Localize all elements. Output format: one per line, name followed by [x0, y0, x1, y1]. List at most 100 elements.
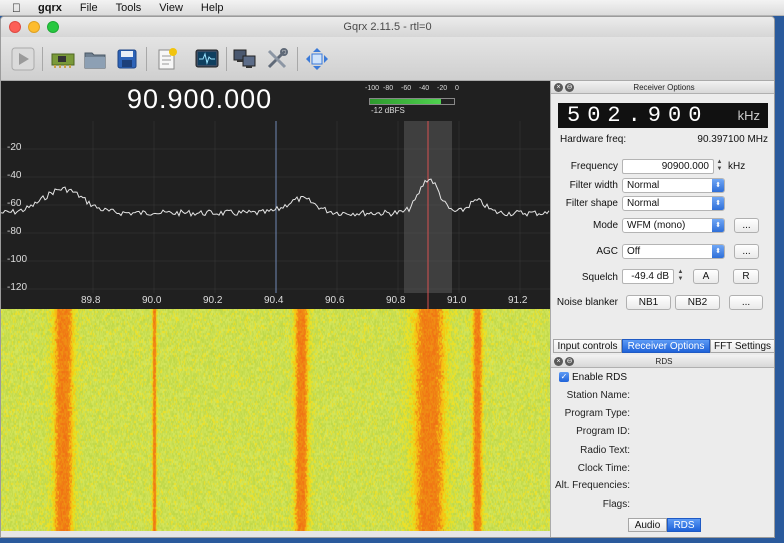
network-computers-icon: [233, 49, 256, 68]
save-settings-button[interactable]: [113, 45, 141, 73]
oscilloscope-icon: [195, 49, 219, 68]
squelch-auto-button[interactable]: A: [693, 269, 719, 284]
toolbar: [1, 37, 774, 81]
folder-icon: [84, 52, 106, 69]
noise-blanker-options-button[interactable]: ...: [729, 295, 763, 310]
rds-program-type-label: Program Type:: [564, 408, 630, 419]
rds-title: RDS: [655, 357, 673, 366]
frequency-label: Frequency: [570, 161, 618, 172]
nb2-button[interactable]: NB2: [675, 295, 720, 310]
chevron-down-icon: ⬍: [712, 219, 724, 232]
dock-close-icon[interactable]: ×: [554, 357, 563, 366]
menu-tools[interactable]: Tools: [107, 2, 151, 14]
filter-width-label: Filter width: [569, 180, 618, 191]
menu-app-name[interactable]: gqrx: [29, 2, 71, 14]
receiver-options-header: × ⊖ Receiver Options: [551, 81, 774, 94]
play-icon: [11, 47, 35, 71]
waterfall-display[interactable]: [1, 309, 550, 531]
rds-radio-text-label: Radio Text:: [580, 445, 630, 456]
dock-title: Receiver Options: [633, 83, 695, 92]
menu-help[interactable]: Help: [192, 2, 233, 14]
chevron-down-icon: ⬍: [712, 245, 724, 258]
frequency-stepper[interactable]: ▲ ▼: [715, 159, 724, 174]
toggle-fft-button[interactable]: [193, 45, 221, 73]
enable-rds-checkbox[interactable]: ✓: [559, 372, 569, 382]
apple-menu-icon[interactable]: : [0, 1, 29, 15]
remote-control-button[interactable]: [231, 45, 259, 73]
meter-bar: [369, 98, 455, 105]
main-window: Gqrx 2.11.5 - rtl=0 90.900.000 -100 -80 …: [0, 16, 775, 538]
squelch-reset-button[interactable]: R: [733, 269, 759, 284]
meter-tick-label: -80: [383, 85, 394, 92]
filter-shape-label: Filter shape: [565, 198, 618, 209]
rds-program-id-label: Program ID:: [576, 426, 630, 437]
squelch-input[interactable]: -49.4 dB: [622, 269, 674, 284]
y-tick-label: -80: [7, 226, 22, 237]
dock-close-icon[interactable]: ×: [554, 83, 563, 92]
agc-options-button[interactable]: ...: [734, 244, 759, 259]
meter-tick-label: -100: [365, 85, 380, 92]
filter-shape-select[interactable]: Normal ⬍: [622, 196, 725, 211]
device-config-button[interactable]: [49, 45, 77, 73]
filter-width-select[interactable]: Normal ⬍: [622, 178, 725, 193]
tab-receiver-options[interactable]: Receiver Options: [622, 339, 710, 353]
frequency-lcd[interactable]: 502.900 kHz: [558, 103, 768, 128]
tab-input-controls[interactable]: Input controls: [553, 339, 622, 353]
meter-tick-label: 0: [455, 85, 459, 92]
open-file-button[interactable]: [81, 45, 109, 73]
rds-station-name-label: Station Name:: [566, 390, 630, 401]
tab-fft-settings[interactable]: FFT Settings: [710, 339, 774, 353]
y-tick-label: -40: [7, 170, 22, 181]
filter-width-value: Normal: [627, 180, 660, 191]
hardware-freq-value: 90.397100 MHz: [697, 134, 768, 145]
rds-clock-time-label: Clock Time:: [577, 463, 630, 474]
hardware-board-icon: [51, 53, 75, 68]
squelch-stepper[interactable]: ▲ ▼: [676, 269, 685, 284]
start-dsp-button[interactable]: [9, 45, 37, 73]
frequency-input[interactable]: 90900.000: [622, 159, 714, 174]
agc-select[interactable]: Off ⬍: [622, 244, 725, 259]
chevron-down-icon: ⬍: [712, 197, 724, 210]
enable-rds-label: Enable RDS: [572, 372, 628, 383]
meter-tick-label: -20: [437, 85, 448, 92]
noise-blanker-label: Noise blanker: [556, 297, 618, 308]
title-bar: Gqrx 2.11.5 - rtl=0: [1, 17, 774, 37]
x-tick-label: 90.2: [203, 295, 223, 306]
signal-meter: -100 -80 -60 -40 -20 0 -12 dBFS: [365, 85, 465, 117]
tab-rds[interactable]: RDS: [667, 518, 701, 532]
menu-bar:  gqrx File Tools View Help: [0, 0, 784, 16]
dock-float-icon[interactable]: ⊖: [565, 357, 574, 366]
agc-value: Off: [627, 246, 641, 257]
hardware-freq-label: Hardware freq:: [560, 134, 627, 145]
center-frequency-display: 90.900.000: [127, 84, 273, 114]
meter-tick-label: -40: [419, 85, 430, 92]
mode-options-button[interactable]: ...: [734, 218, 759, 233]
chevron-down-icon: ⬍: [712, 179, 724, 192]
y-tick-label: -120: [7, 282, 28, 293]
dock-float-icon[interactable]: ⊖: [565, 83, 574, 92]
lcd-digits: 502.900: [567, 103, 709, 128]
y-tick-label: -60: [7, 198, 22, 209]
window-title: Gqrx 2.11.5 - rtl=0: [343, 21, 432, 33]
menu-file[interactable]: File: [71, 2, 107, 14]
filter-shape-value: Normal: [627, 198, 660, 209]
lcd-unit: kHz: [737, 108, 760, 123]
floppy-disk-icon: [117, 49, 137, 69]
zoom-window-button[interactable]: [47, 21, 59, 33]
mode-select[interactable]: WFM (mono) ⬍: [622, 218, 725, 233]
nb1-button[interactable]: NB1: [626, 295, 671, 310]
mode-label: Mode: [592, 220, 618, 231]
mode-value: WFM (mono): [627, 220, 686, 231]
settings-tools-button[interactable]: [263, 45, 291, 73]
fft-plot[interactable]: 90.900.000 -100 -80 -60 -40 -20 0 -12 dBFS -2…: [1, 81, 550, 309]
status-bar: [1, 531, 550, 537]
tab-audio[interactable]: Audio: [628, 518, 667, 532]
io-config-button[interactable]: [153, 45, 181, 73]
close-window-button[interactable]: [9, 21, 21, 33]
minimize-window-button[interactable]: [28, 21, 40, 33]
adjust-view-button[interactable]: [303, 45, 331, 73]
x-tick-label: 90.0: [142, 295, 162, 306]
menu-view[interactable]: View: [150, 2, 192, 14]
squelch-label: Squelch: [581, 272, 618, 283]
x-tick-label: 90.6: [325, 295, 345, 306]
